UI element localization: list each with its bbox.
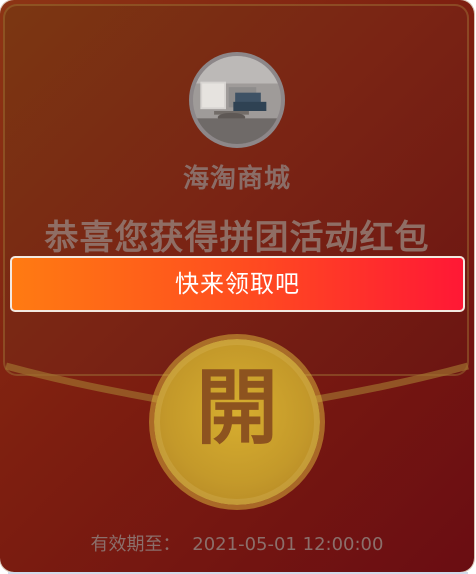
red-envelope-screen: 海淘商城 恭喜您获得拼团活动红包 快来领取吧 開 有效期至： 2021-05-0… [0,0,476,574]
claim-banner[interactable]: 快来领取吧 [10,256,465,312]
congrats-message: 恭喜您获得拼团活动红包 [44,218,430,258]
expiry-info: 有效期至： 2021-05-01 12:00:00 [0,530,474,556]
expiry-datetime: 2021-05-01 12:00:00 [192,534,384,555]
expiry-label: 有效期至： [90,534,181,555]
shop-avatar [189,52,285,148]
shop-name: 海淘商城 [182,164,291,194]
open-glyph: 開 [195,361,278,456]
living-room-photo-icon [193,56,281,144]
open-envelope-button[interactable]: 開 [154,339,320,505]
